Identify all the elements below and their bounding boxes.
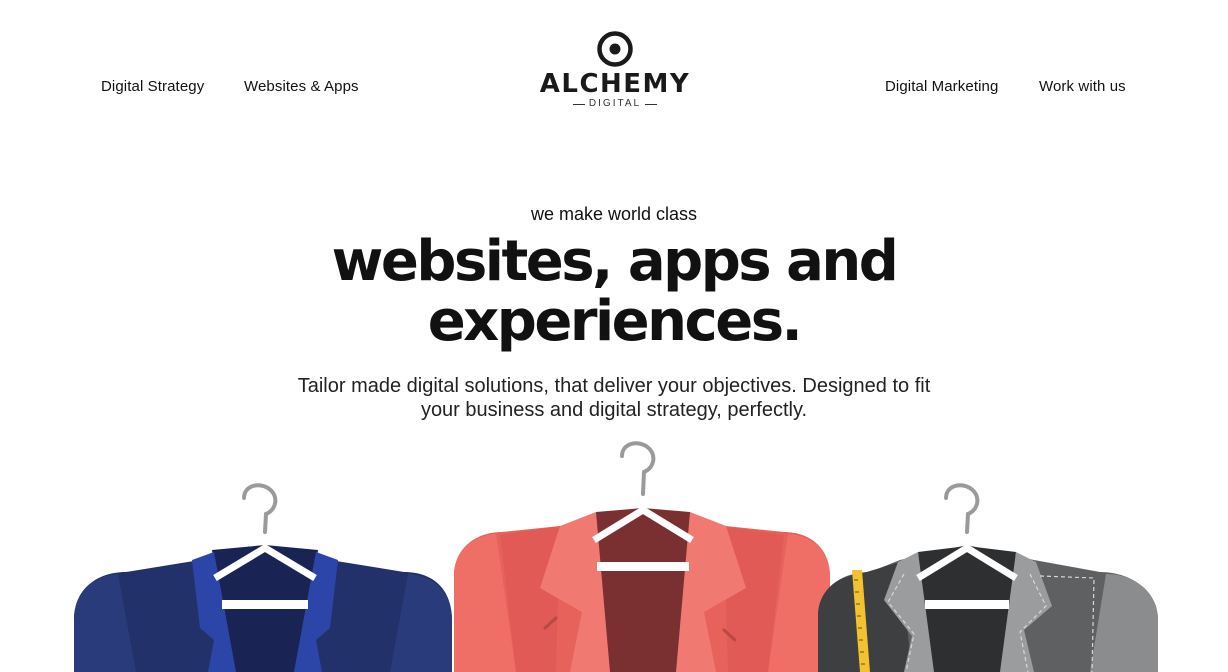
hanger-hook-center <box>620 441 656 496</box>
nav-digital-marketing[interactable]: Digital Marketing <box>885 78 998 95</box>
page: Digital Strategy Websites & Apps ALCHEMY… <box>0 0 1228 672</box>
logo-subtitle: DIGITAL <box>530 98 700 110</box>
logo-subtitle-text: DIGITAL <box>588 98 642 109</box>
hero-kicker: we make world class <box>530 204 698 224</box>
logo-dash-left <box>572 103 585 105</box>
hero-description-line2: your business and digital strategy, perf… <box>420 399 808 421</box>
logo-wordmark: ALCHEMY <box>539 69 691 99</box>
site-logo[interactable]: ALCHEMY DIGITAL <box>530 30 700 120</box>
hanger-hook-left <box>242 483 278 534</box>
hanger-crossbar-center <box>597 562 689 571</box>
nav-websites-apps[interactable]: Websites & Apps <box>244 78 359 95</box>
logo-dash-right <box>645 103 658 105</box>
hero-description-line1: Tailor made digital solutions, that deli… <box>297 375 931 397</box>
hanger-crossbar-right <box>925 600 1009 609</box>
hanger-hook-right <box>944 483 980 534</box>
red-jacket <box>454 441 830 672</box>
navy-jacket <box>74 483 452 672</box>
target-logo-icon <box>597 31 633 67</box>
nav-digital-strategy[interactable]: Digital Strategy <box>101 78 204 95</box>
jackets-illustration <box>74 441 1158 672</box>
nav-work-with-us[interactable]: Work with us <box>1039 78 1126 95</box>
hero-description: Tailor made digital solutions, that deli… <box>234 374 994 422</box>
hero-title-line2: experiences. <box>427 289 803 354</box>
hanger-crossbar-left <box>222 600 308 609</box>
hero-title: websites, apps and experiences. <box>214 232 1014 352</box>
grey-jacket <box>818 483 1158 672</box>
hero-title-line1: websites, apps and <box>331 229 899 294</box>
